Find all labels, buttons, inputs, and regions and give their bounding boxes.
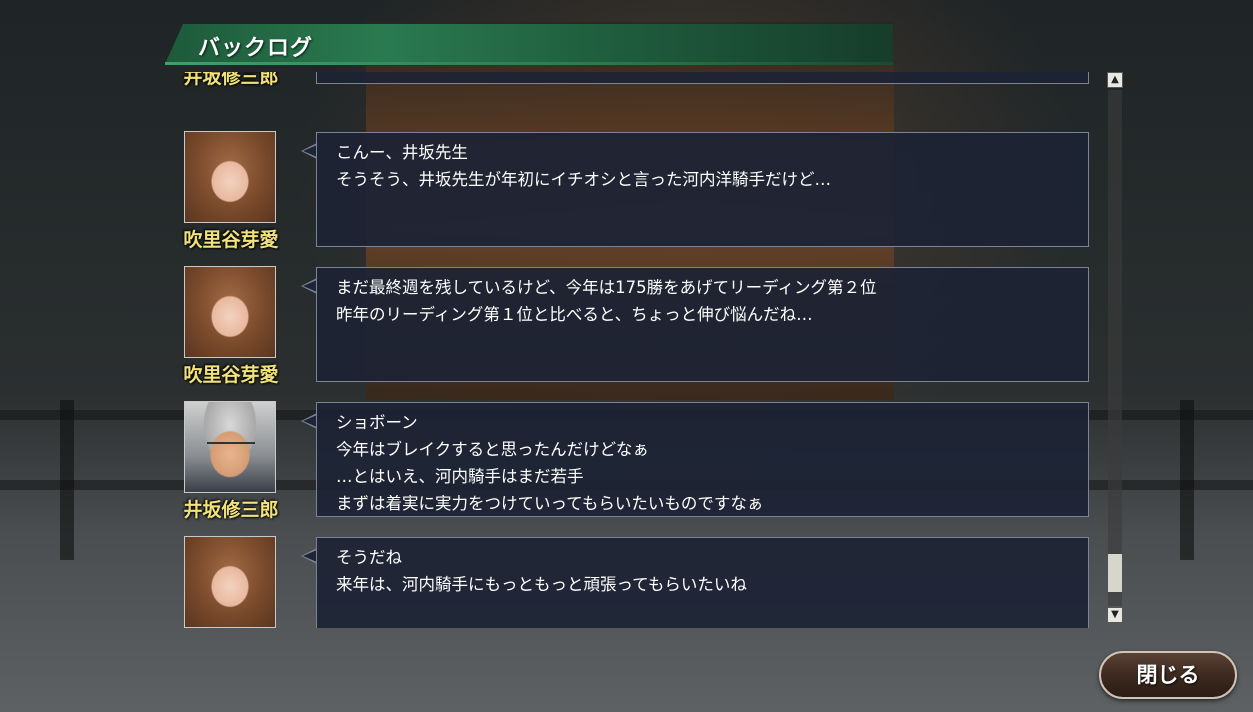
message-line: …とはいえ、河内騎手はまだ若手	[336, 467, 584, 486]
log-entry: 井坂修三郎	[175, 72, 1095, 88]
message-line: そうだね	[336, 548, 402, 567]
bubble-tail	[301, 143, 317, 159]
message-text: そうだね 来年は、河内騎手にもっともっと頑張ってもらいたいね	[336, 544, 747, 598]
scroll-up-button[interactable]: ▲	[1107, 72, 1123, 88]
speaker-name: 吹里谷芽愛	[183, 229, 279, 251]
message-line: こんー、井坂先生	[336, 143, 468, 162]
message-text: ショボーン 今年はブレイクすると思ったんだけどなぁ …とはいえ、河内騎手はまだ若…	[336, 409, 763, 517]
speaker-name: 井坂修三郎	[183, 72, 279, 88]
log-entry: 吹里谷芽愛 まだ最終週を残しているけど、今年は175勝をあげてリーディング第２位…	[175, 266, 1095, 386]
message-line: そうそう、井坂先生が年初にイチオシと言った河内洋騎手だけど…	[336, 170, 831, 189]
bubble-tail	[301, 548, 317, 564]
message-text: こんー、井坂先生 そうそう、井坂先生が年初にイチオシと言った河内洋騎手だけど…	[336, 139, 831, 193]
background-fence-post	[60, 400, 74, 560]
message-bubble	[316, 72, 1089, 84]
log-entry: 吹里谷芽愛 こんー、井坂先生 そうそう、井坂先生が年初にイチオシと言った河内洋騎…	[175, 131, 1095, 251]
speaker-name: 吹里谷芽愛	[183, 364, 279, 386]
message-line: まずは着実に実力をつけていってもらいたいものですなぁ	[336, 494, 764, 513]
backlog-list[interactable]: 井坂修三郎 吹里谷芽愛 こんー、井坂先生 そうそう、井坂先生が年初にイチオシと言…	[175, 72, 1095, 628]
scroll-track[interactable]	[1108, 90, 1122, 606]
speaker-portrait	[184, 266, 276, 358]
message-text: まだ最終週を残しているけど、今年は175勝をあげてリーディング第２位 昨年のリー…	[336, 274, 877, 328]
scroll-thumb[interactable]	[1108, 554, 1122, 592]
message-bubble: まだ最終週を残しているけど、今年は175勝をあげてリーディング第２位 昨年のリー…	[316, 267, 1089, 382]
scroll-down-button[interactable]: ▼	[1107, 607, 1123, 623]
close-button[interactable]: 閉じる	[1099, 651, 1237, 699]
backlog-scrollbar[interactable]: ▲ ▼	[1106, 72, 1124, 624]
page-title: バックログ	[198, 36, 314, 61]
message-line: 来年は、河内騎手にもっともっと頑張ってもらいたいね	[336, 575, 747, 594]
speaker-name: 井坂修三郎	[183, 499, 279, 521]
bubble-tail	[301, 413, 317, 429]
bubble-tail	[301, 278, 317, 294]
message-bubble: そうだね 来年は、河内騎手にもっともっと頑張ってもらいたいね	[316, 537, 1089, 628]
message-line: 今年はブレイクすると思ったんだけどなぁ	[336, 440, 649, 459]
message-line: ショボーン	[336, 413, 418, 432]
backlog-header: バックログ	[165, 24, 893, 65]
message-line: まだ最終週を残しているけど、今年は175勝をあげてリーディング第２位	[336, 278, 877, 297]
log-entry: そうだね 来年は、河内騎手にもっともっと頑張ってもらいたいね	[175, 536, 1095, 628]
header-underline	[165, 62, 893, 65]
speaker-portrait	[184, 536, 276, 628]
message-bubble: ショボーン 今年はブレイクすると思ったんだけどなぁ …とはいえ、河内騎手はまだ若…	[316, 402, 1089, 517]
background-fence-post	[1180, 400, 1194, 560]
message-bubble: こんー、井坂先生 そうそう、井坂先生が年初にイチオシと言った河内洋騎手だけど…	[316, 132, 1089, 247]
message-line: 昨年のリーディング第１位と比べると、ちょっと伸び悩んだね…	[336, 305, 813, 324]
speaker-portrait	[184, 401, 276, 493]
log-entry: 井坂修三郎 ショボーン 今年はブレイクすると思ったんだけどなぁ …とはいえ、河内…	[175, 401, 1095, 521]
speaker-portrait	[184, 131, 276, 223]
